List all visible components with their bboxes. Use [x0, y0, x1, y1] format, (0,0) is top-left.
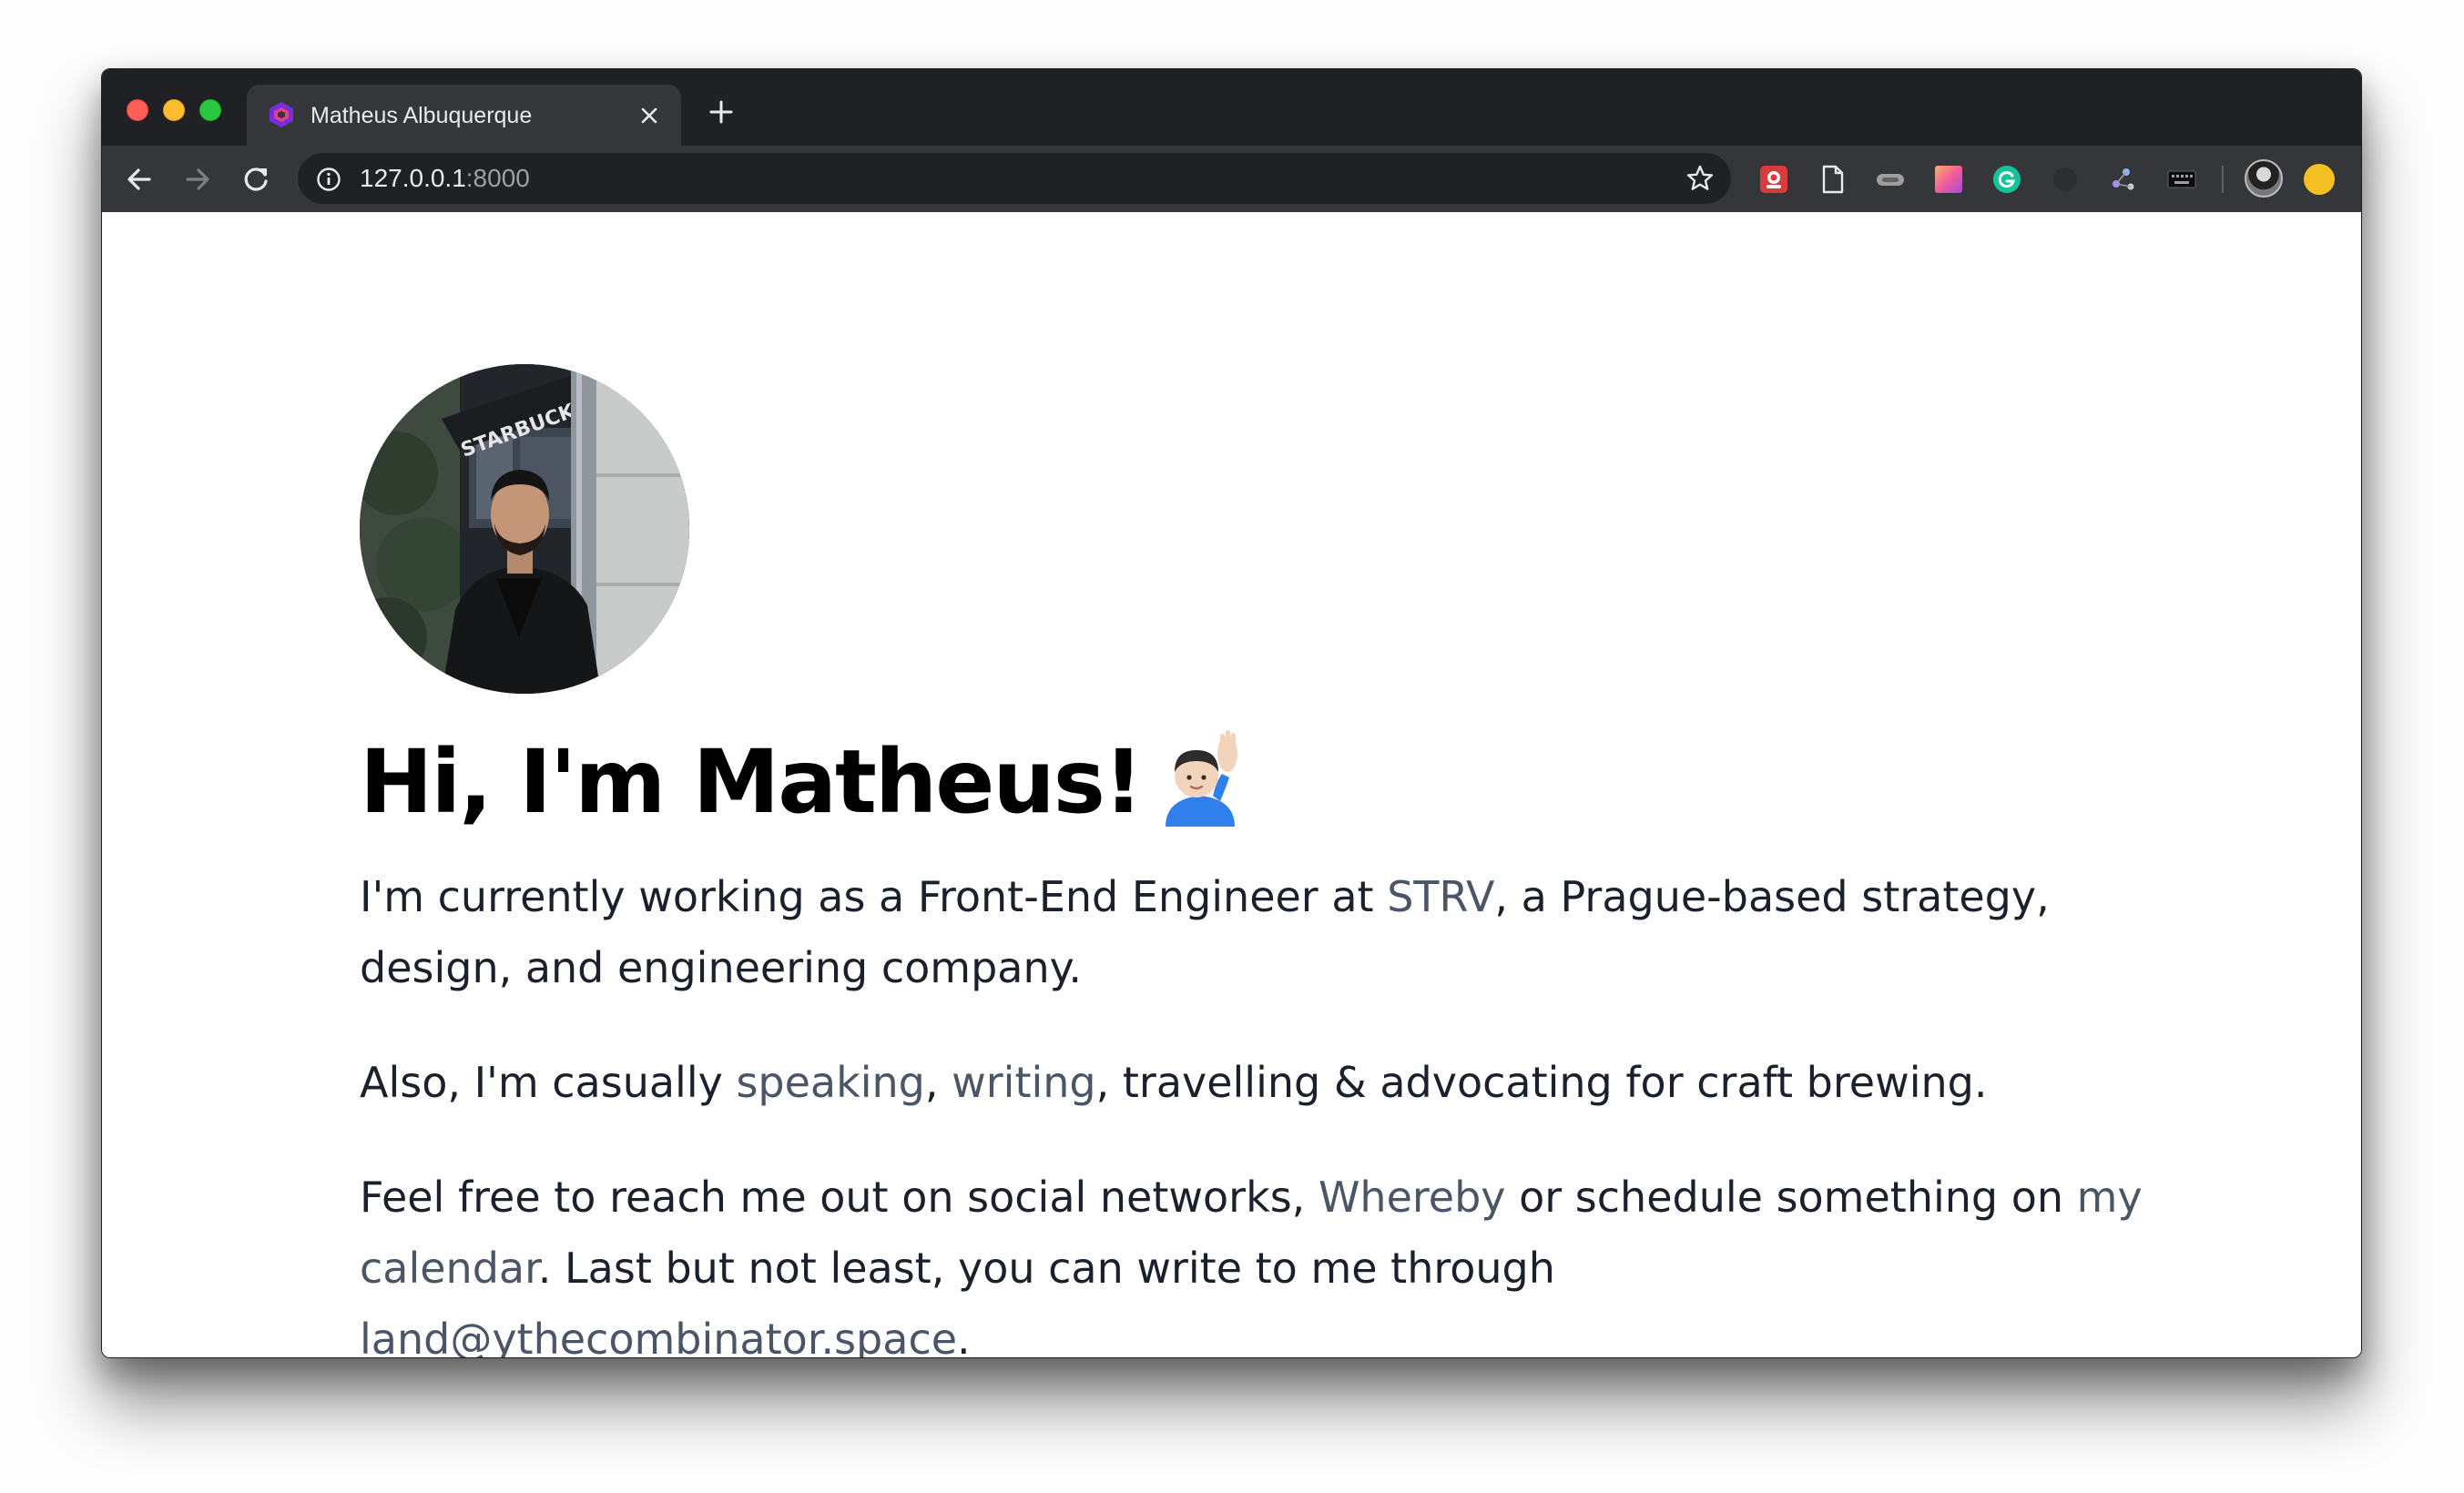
web-page: STARBUCKS COFFEE Hi, I'm Matheus! I'm cu…	[102, 212, 2361, 1358]
speaking-link[interactable]: speaking	[736, 1058, 924, 1107]
arrow-right-icon[interactable]	[182, 164, 213, 195]
document-icon[interactable]	[1817, 164, 1848, 195]
star-outline-icon[interactable]	[1685, 164, 1715, 193]
intro-paragraph: I'm currently working as a Front-End Eng…	[360, 861, 2144, 1003]
url-text: 127.0.0.1:8000	[360, 164, 530, 193]
hobbies-paragraph: Also, I'm casually speaking, writing, tr…	[360, 1047, 2144, 1118]
strv-link[interactable]: STRV	[1387, 872, 1494, 921]
grammarly-icon[interactable]	[1991, 164, 2022, 195]
hobbies-text-before: Also, I'm casually	[360, 1058, 737, 1107]
hobbies-text-after: , travelling & advocating for craft brew…	[1095, 1058, 1988, 1107]
extension-dots-icon[interactable]	[2108, 164, 2139, 195]
whereby-link[interactable]: Whereby	[1319, 1173, 1506, 1222]
close-icon[interactable]	[640, 107, 658, 125]
extension-pill-icon[interactable]	[1875, 164, 1906, 195]
url-port: :8000	[465, 164, 530, 192]
email-link[interactable]: land@ythecombinator.space	[360, 1315, 957, 1357]
plus-icon[interactable]	[709, 100, 733, 124]
arrow-left-icon[interactable]	[124, 164, 155, 195]
person-raising-hand-emoji	[1166, 730, 1237, 827]
contact-text-middle2: . Last but not least, you can write to m…	[537, 1244, 1555, 1293]
tab-strip: Matheus Albuquerque	[102, 69, 2361, 146]
screenshot-stage: Matheus Albuquerque 127.0.0.1:8000 STARB…	[0, 0, 2464, 1493]
info-circle-icon[interactable]	[316, 167, 341, 192]
update-badge-icon[interactable]	[2304, 164, 2335, 195]
browser-window: Matheus Albuquerque 127.0.0.1:8000 STARB…	[101, 68, 2362, 1358]
close-window-button[interactable]	[127, 99, 148, 121]
reload-icon[interactable]	[240, 164, 271, 195]
hobbies-separator: ,	[924, 1058, 952, 1107]
profile-photo-illustration: STARBUCKS COFFEE	[360, 364, 689, 694]
profile-photo: STARBUCKS COFFEE	[360, 364, 689, 694]
site-favicon-icon	[270, 102, 293, 127]
tab-active[interactable]: Matheus Albuquerque	[247, 85, 681, 146]
contact-paragraph: Feel free to reach me out on social netw…	[360, 1162, 2144, 1358]
minimize-window-button[interactable]	[163, 99, 185, 121]
browser-toolbar: 127.0.0.1:8000	[102, 146, 2361, 212]
intro-text-before: I'm currently working as a Front-End Eng…	[360, 872, 1388, 921]
profile-avatar[interactable]	[2245, 159, 2283, 198]
address-bar[interactable]: 127.0.0.1:8000	[298, 153, 1731, 204]
url-host: 127.0.0.1	[360, 164, 466, 192]
contact-text-end: .	[957, 1315, 971, 1358]
writing-link[interactable]: writing	[952, 1058, 1095, 1107]
extension-gradient-icon[interactable]	[1933, 164, 1964, 195]
contact-text-middle: or schedule something on	[1505, 1173, 2077, 1222]
contact-text-before: Feel free to reach me out on social netw…	[360, 1173, 1319, 1222]
toolbar-divider	[2222, 166, 2224, 193]
page-title: Hi, I'm Matheus!	[360, 731, 1144, 833]
extension-red-icon[interactable]	[1758, 164, 1789, 195]
zoom-window-button[interactable]	[199, 99, 221, 121]
extension-dark-icon[interactable]	[2050, 164, 2081, 195]
keyboard-icon[interactable]	[2166, 164, 2197, 195]
tab-title: Matheus Albuquerque	[311, 103, 533, 128]
